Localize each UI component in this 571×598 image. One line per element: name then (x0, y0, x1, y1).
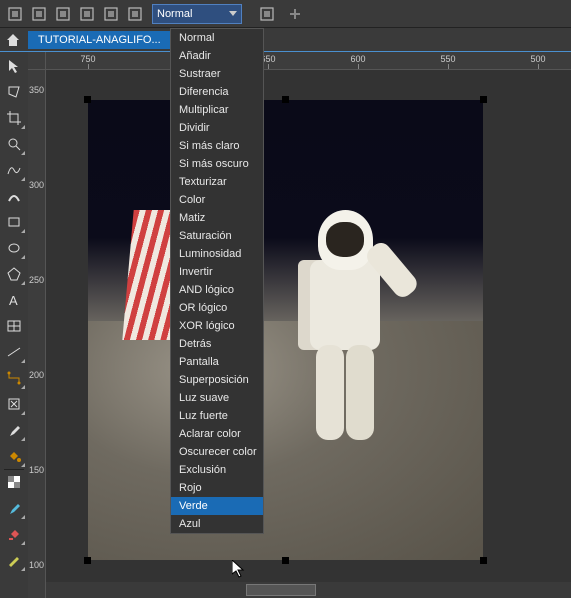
add-icon[interactable] (284, 3, 306, 25)
blend-mode-option[interactable]: AND lógico (171, 281, 263, 299)
ruler-tick-label: 500 (530, 54, 545, 64)
color-eyedropper-icon[interactable] (2, 496, 26, 520)
blend-mode-option[interactable]: Azul (171, 515, 263, 533)
crop-tool-icon[interactable] (2, 106, 26, 130)
blend-mode-option[interactable]: Texturizar (171, 173, 263, 191)
blend-mode-option[interactable]: Superposición (171, 371, 263, 389)
ruler-horizontal: 750700650600550500 (28, 52, 571, 70)
paint-bucket-icon[interactable] (2, 522, 26, 546)
blend-mode-option[interactable]: Verde (171, 497, 263, 515)
ruler-corner (28, 52, 46, 70)
combine-icon[interactable] (76, 3, 98, 25)
eyedropper-tool-icon[interactable] (2, 418, 26, 442)
outline-pen-icon[interactable] (2, 548, 26, 572)
ellipse-tool-icon[interactable] (2, 236, 26, 260)
horizontal-scrollbar[interactable] (46, 582, 571, 598)
blend-mode-option[interactable]: Añadir (171, 47, 263, 65)
blend-mode-option[interactable]: Pantalla (171, 353, 263, 371)
blend-mode-option[interactable]: Sustraer (171, 65, 263, 83)
blend-mode-option[interactable]: Si más oscuro (171, 155, 263, 173)
ruler-tick-label: 100 (29, 560, 44, 570)
document-tab[interactable]: TUTORIAL-ANAGLIFO... (28, 31, 177, 49)
canvas-image[interactable] (88, 100, 483, 560)
blend-mode-option[interactable]: Rojo (171, 479, 263, 497)
chevron-down-icon (229, 11, 237, 16)
ruler-tick-label: 150 (29, 465, 44, 475)
blend-mode-option[interactable]: Color (171, 191, 263, 209)
shape-tool-icon[interactable] (2, 80, 26, 104)
blend-mode-option[interactable]: Diferencia (171, 83, 263, 101)
layer-group-icon[interactable] (124, 3, 146, 25)
polygon-tool-icon[interactable] (2, 262, 26, 286)
blend-mode-option[interactable]: Multiplicar (171, 101, 263, 119)
document-tab-bar: TUTORIAL-ANAGLIFO... (0, 28, 571, 52)
blend-mode-option[interactable]: Oscurecer color (171, 443, 263, 461)
ruler-tick-label: 350 (29, 85, 44, 95)
fill-tool-icon[interactable] (2, 444, 26, 468)
dimension-tool-icon[interactable] (2, 340, 26, 364)
blend-mode-select[interactable]: Normal (152, 4, 242, 24)
scrollbar-thumb[interactable] (246, 584, 316, 596)
blend-mode-option[interactable]: Saturación (171, 227, 263, 245)
ruler-vertical: 350 300 250 200 150 100 (28, 70, 46, 598)
transparency-checker-icon[interactable] (2, 470, 26, 494)
blend-mode-option[interactable]: Luminosidad (171, 245, 263, 263)
blend-mode-option[interactable]: Exclusión (171, 461, 263, 479)
svg-text:A: A (9, 293, 18, 308)
lock-transparency-icon[interactable] (28, 3, 50, 25)
left-toolbox: A (0, 52, 28, 598)
table-tool-icon[interactable] (2, 314, 26, 338)
canvas-area[interactable] (46, 70, 571, 598)
ruler-tick-label: 200 (29, 370, 44, 380)
merge-down-icon[interactable] (52, 3, 74, 25)
ruler-tick-label: 550 (440, 54, 455, 64)
blend-mode-option[interactable]: Detrás (171, 335, 263, 353)
blend-mode-dropdown: NormalAñadirSustraerDiferenciaMultiplica… (170, 28, 264, 534)
top-toolbar: Normal (0, 0, 571, 28)
pick-tool-icon[interactable] (2, 54, 26, 78)
ruler-tick-label: 750 (80, 54, 95, 64)
home-icon[interactable] (4, 31, 22, 49)
transparency-grid-icon[interactable] (4, 3, 26, 25)
blend-mode-option[interactable]: OR lógico (171, 299, 263, 317)
blend-mode-option[interactable]: Si más claro (171, 137, 263, 155)
flatten-icon[interactable] (100, 3, 122, 25)
blend-mode-option[interactable]: Matiz (171, 209, 263, 227)
blend-mode-value: Normal (157, 8, 192, 20)
effects-tool-icon[interactable] (2, 392, 26, 416)
blend-mode-option[interactable]: Invertir (171, 263, 263, 281)
blend-mode-option[interactable]: Luz fuerte (171, 407, 263, 425)
rectangle-tool-icon[interactable] (2, 210, 26, 234)
ruler-tick-label: 600 (350, 54, 365, 64)
artistic-media-tool-icon[interactable] (2, 184, 26, 208)
new-layer-icon[interactable] (256, 3, 278, 25)
blend-mode-option[interactable]: Luz suave (171, 389, 263, 407)
ruler-tick-label: 250 (29, 275, 44, 285)
ruler-tick-label: 300 (29, 180, 44, 190)
zoom-tool-icon[interactable] (2, 132, 26, 156)
blend-mode-option[interactable]: Aclarar color (171, 425, 263, 443)
blend-mode-option[interactable]: Normal (171, 29, 263, 47)
connector-tool-icon[interactable] (2, 366, 26, 390)
freehand-tool-icon[interactable] (2, 158, 26, 182)
blend-mode-option[interactable]: Dividir (171, 119, 263, 137)
text-tool-icon[interactable]: A (2, 288, 26, 312)
blend-mode-option[interactable]: XOR lógico (171, 317, 263, 335)
